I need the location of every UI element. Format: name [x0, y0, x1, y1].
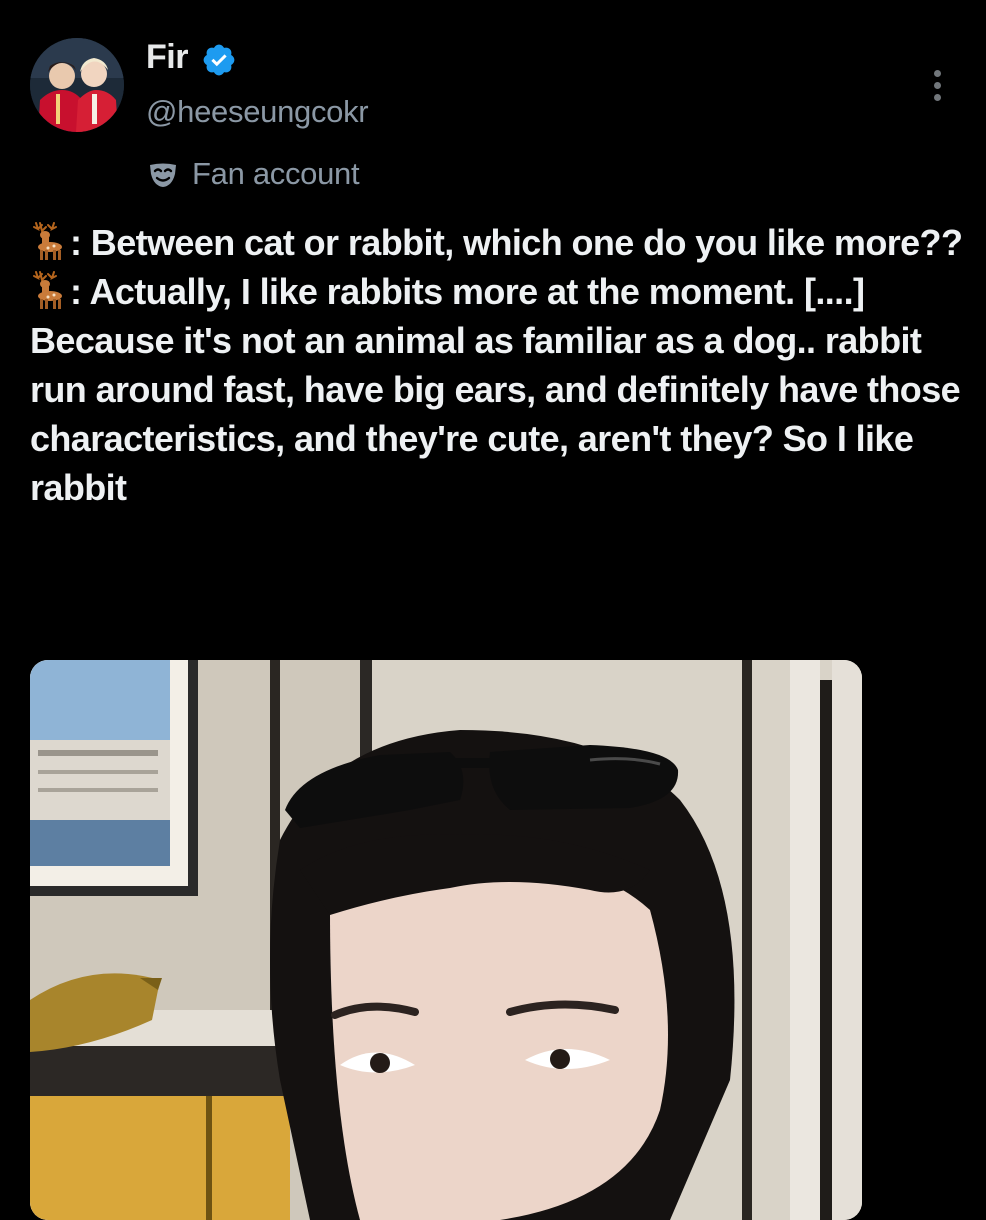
mask-icon	[150, 163, 176, 187]
tweet-line-text: : Actually, I like rabbits more at the m…	[30, 271, 961, 508]
more-dot	[934, 70, 941, 77]
deer-emoji-icon	[33, 271, 62, 309]
tweet-media[interactable]	[30, 660, 862, 1220]
display-name[interactable]: Fir	[146, 38, 188, 77]
more-dot	[934, 94, 941, 101]
tweet-line-answer: : Actually, I like rabbits more at the m…	[30, 267, 970, 512]
media-photo	[30, 660, 862, 1220]
tweet-line-question: : Between cat or rabbit, which one do yo…	[30, 218, 970, 267]
verified-badge-icon	[203, 44, 235, 76]
more-options-button[interactable]	[918, 62, 958, 110]
tweet-line-text: : Between cat or rabbit, which one do yo…	[70, 222, 963, 263]
tweet: Fir @heeseungcokr Fan account: Between …	[0, 0, 986, 1220]
tweet-text: : Between cat or rabbit, which one do yo…	[30, 218, 970, 512]
avatar-photo	[30, 38, 124, 132]
deer-emoji-icon	[33, 222, 62, 260]
avatar[interactable]	[30, 38, 124, 132]
account-label-text: Fan account	[192, 156, 360, 191]
handle[interactable]: @heeseungcokr	[146, 94, 369, 130]
more-dot	[934, 82, 941, 89]
